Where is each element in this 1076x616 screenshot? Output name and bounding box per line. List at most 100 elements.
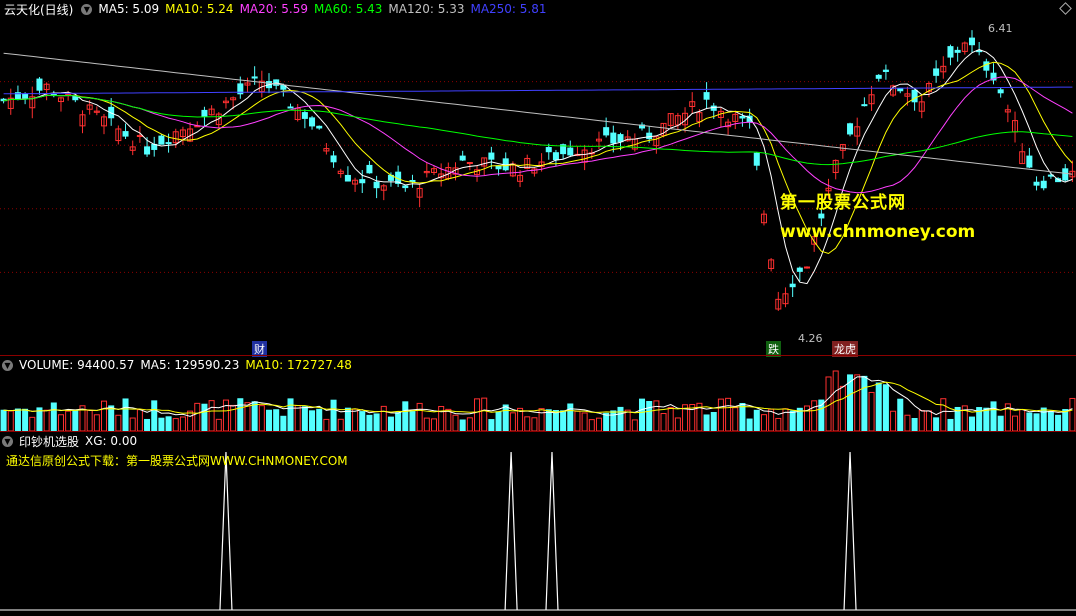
volume-bar (624, 409, 631, 431)
formula-note: 通达信原创公式下载：第一股票公式网WWW.CHNMONEY.COM (6, 454, 348, 468)
candle-body (567, 147, 574, 156)
volume-bar (574, 410, 581, 431)
volume-bar (172, 418, 179, 431)
volume-bar (179, 416, 186, 431)
volume-bar (466, 417, 473, 431)
volume-bar (316, 408, 323, 431)
volume-bar (775, 417, 782, 431)
candle-body (753, 152, 760, 166)
volume-bar (136, 409, 143, 431)
watermark-url: www.chnmoney.com (780, 222, 976, 242)
volume-bar (595, 417, 602, 431)
candle-body (366, 164, 373, 174)
volume-bar (273, 409, 280, 431)
candle-body (603, 127, 610, 136)
volume-bar (588, 419, 595, 431)
volume-bar (997, 415, 1004, 431)
volume-bar (366, 414, 373, 431)
volume-bar (251, 401, 258, 431)
volume-bar (452, 414, 459, 431)
low-price-label: 4.26 (798, 332, 823, 345)
volume-bar (639, 398, 646, 431)
ma60-line (3, 94, 1073, 166)
candle-body (287, 106, 294, 109)
volume-bar (882, 384, 889, 431)
volume-bar (309, 410, 316, 431)
candle-body (997, 89, 1004, 94)
volume-bar (387, 416, 394, 431)
high-price-label: 6.41 (988, 22, 1013, 35)
candle-body (861, 104, 868, 107)
volume-bar (760, 414, 767, 431)
volume-bar (0, 409, 7, 431)
chevron-down-icon[interactable]: ▼ (2, 359, 13, 371)
candle-body (710, 105, 717, 111)
volume-bar (746, 418, 753, 431)
volume-bar (538, 408, 545, 431)
signal-spike (219, 451, 233, 611)
candle-body (22, 93, 29, 99)
candle-body (610, 132, 617, 144)
candle-body (545, 147, 552, 153)
volume-bar (194, 402, 201, 431)
price-chart[interactable] (0, 0, 1076, 355)
volume-bar (337, 418, 344, 431)
candle-body (954, 49, 961, 53)
price-panel[interactable]: 云天化(日线) ▼ MA5: 5.09 MA10: 5.24 MA20: 5.5… (0, 0, 1076, 357)
volume-bar (1019, 409, 1026, 431)
chart-title: 云天化(日线) (4, 2, 74, 17)
volume-bar (7, 410, 14, 431)
candle-body (897, 88, 904, 92)
ma20-label: MA20: 5.59 (239, 2, 308, 16)
volume-bar (1055, 414, 1062, 431)
candle-body (488, 152, 495, 160)
volume-bar (165, 416, 172, 431)
ma60-label: MA60: 5.43 (314, 2, 383, 16)
price-header: 云天化(日线) ▼ MA5: 5.09 MA10: 5.24 MA20: 5.5… (0, 0, 553, 18)
candle-body (552, 152, 559, 161)
volume-bar (789, 410, 796, 431)
candle-body (703, 92, 710, 100)
volume-bar (674, 417, 681, 431)
volume-bar (732, 407, 739, 431)
volume-bar (86, 409, 93, 431)
volume-ma5-label: MA5: 129590.23 (140, 358, 240, 372)
candle-body (947, 46, 954, 58)
volume-bar (359, 411, 366, 431)
volume-bar (115, 414, 122, 431)
signal-spike (545, 451, 559, 611)
volume-bar (222, 399, 229, 431)
candle-body (409, 180, 416, 183)
candle-body (316, 125, 323, 129)
volume-bar (430, 418, 437, 431)
volume-bar (839, 385, 846, 431)
candle-body (201, 109, 208, 117)
signal-spike (843, 451, 857, 611)
candle-body (968, 37, 975, 46)
volume-bar (144, 418, 151, 431)
candle-body (796, 267, 803, 272)
volume-header: ▼ VOLUME: 94400.57 MA5: 129590.23 MA10: … (0, 356, 358, 374)
volume-ma10-label: MA10: 172727.48 (245, 358, 352, 372)
candle-body (1062, 168, 1069, 181)
volume-bar (495, 411, 502, 431)
candle-body (617, 134, 624, 143)
candle-body (459, 155, 466, 161)
chevron-down-icon[interactable]: ▼ (81, 3, 93, 15)
volume-bar (1062, 409, 1069, 431)
volume-bar (201, 403, 208, 431)
volume-bar (122, 398, 129, 431)
volume-bar (72, 409, 79, 431)
volume-bar (581, 412, 588, 431)
indicator-header: ▼ 印钞机选股 XG: 0.00 (0, 432, 143, 450)
chevron-down-icon[interactable]: ▼ (2, 435, 13, 447)
volume-panel[interactable]: ▼ VOLUME: 94400.57 MA5: 129590.23 MA10: … (0, 356, 1076, 431)
volume-bar (287, 398, 294, 431)
candle-body (122, 131, 129, 137)
candle-body (847, 123, 854, 135)
candle-body (301, 112, 308, 119)
volume-bar (187, 410, 194, 431)
volume-bar (459, 419, 466, 431)
volume-bar (488, 419, 495, 431)
volume-bar (395, 412, 402, 431)
